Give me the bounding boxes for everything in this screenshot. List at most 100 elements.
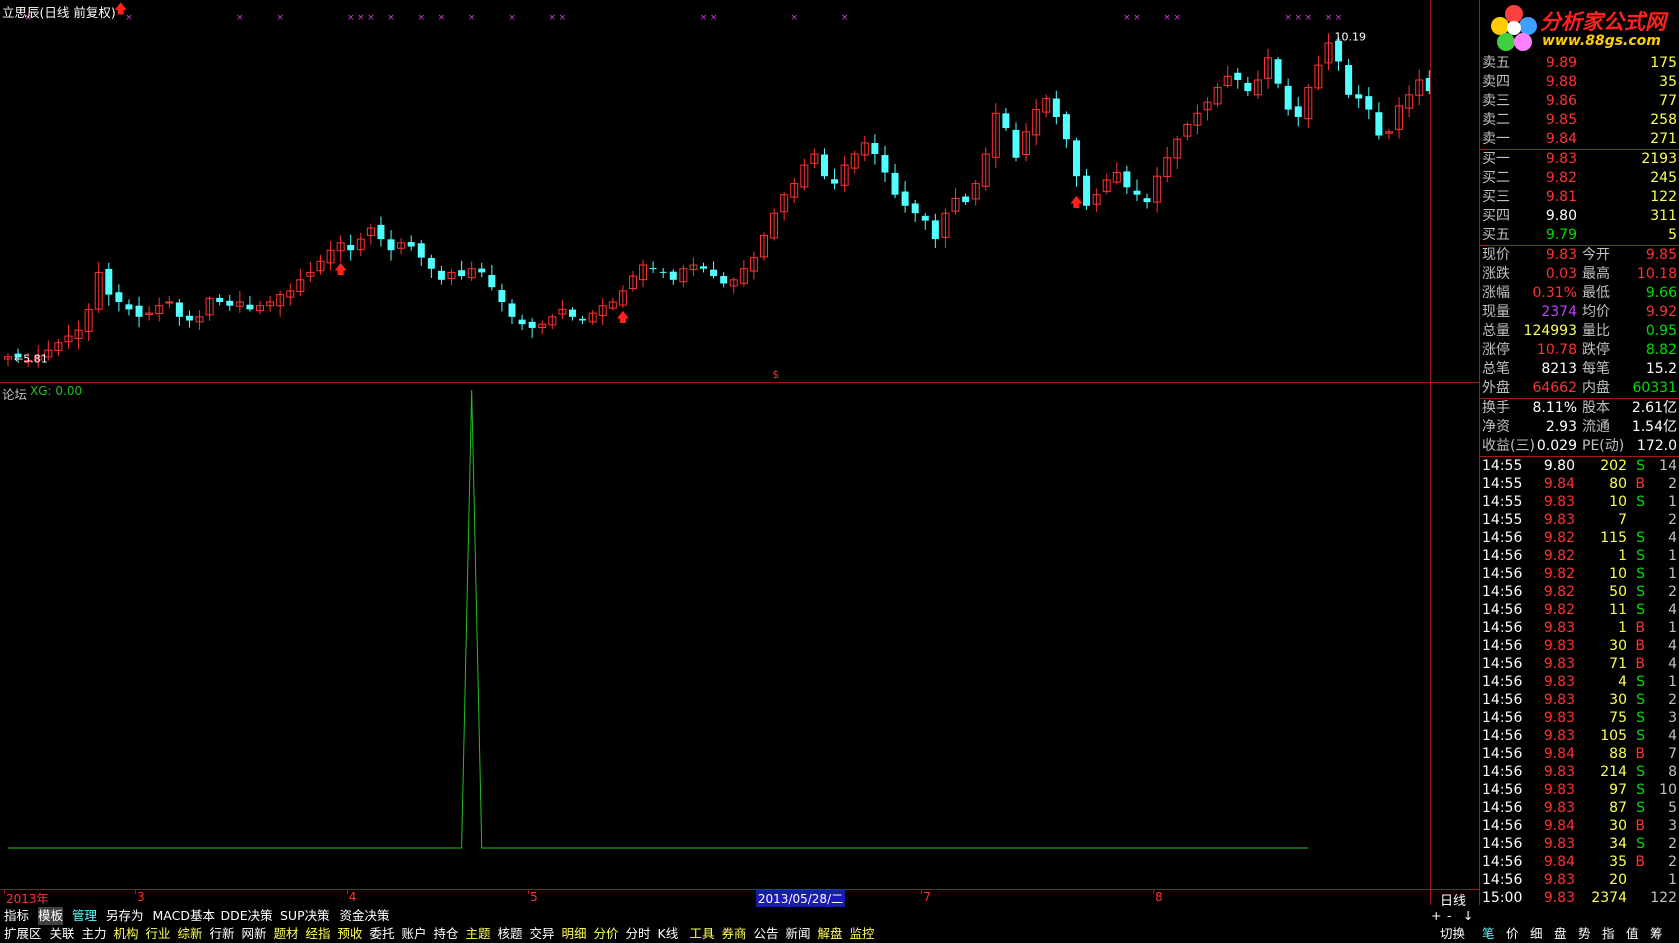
toolbar-button[interactable]: 综新: [178, 925, 203, 943]
side-tab[interactable]: 细: [1530, 925, 1543, 943]
candle: [447, 269, 456, 286]
candle: [649, 261, 657, 274]
toolbar-button[interactable]: 资金决策: [340, 907, 390, 925]
tick-row: 15:00 9.83 2374 122: [1480, 889, 1679, 907]
toolbar-button[interactable]: 券商: [722, 925, 747, 943]
main-chart-panel[interactable]: 6.006.507.007.508.008.509.009.5010.0010.…: [0, 0, 1430, 382]
date-tick-label: 2013年: [6, 892, 49, 906]
toolbar-button[interactable]: MACD基本: [153, 907, 215, 925]
candle: [810, 148, 819, 169]
quote-label: PE(动): [1582, 438, 1625, 454]
switch-button[interactable]: 切换: [1440, 925, 1465, 943]
candle: [1365, 87, 1373, 120]
tick-count: 2: [1668, 584, 1677, 600]
indicator-chart[interactable]: 20.0030.0040.0050.0060.0070.0080.0090.00…: [0, 382, 1430, 889]
side-tab[interactable]: 指: [1602, 925, 1615, 943]
candle-body: [407, 242, 415, 247]
side-tab[interactable]: 盘: [1554, 925, 1567, 943]
toolbar-button[interactable]: SUP决策: [280, 907, 330, 925]
tick-volume: 20: [1609, 872, 1627, 888]
candle-body: [962, 196, 970, 203]
zoom-button[interactable]: +: [1431, 907, 1441, 925]
toolbar-button[interactable]: 持仓: [434, 925, 459, 943]
indicator-panel[interactable]: 20.0030.0040.0050.0060.0070.0080.0090.00…: [0, 382, 1430, 889]
toolbar-button[interactable]: 网新: [242, 925, 267, 943]
toolbar-button[interactable]: K线: [658, 925, 679, 943]
signal-marker: ×: [438, 13, 446, 23]
toolbar-button[interactable]: 行新: [210, 925, 235, 943]
candle-body: [891, 172, 899, 195]
quote-label: 内盘: [1582, 380, 1610, 396]
toolbar-button[interactable]: 新闻: [786, 925, 811, 943]
tick-price: 9.83: [1543, 782, 1575, 798]
toolbar-button[interactable]: 扩展区: [4, 925, 42, 943]
toolbar-button[interactable]: 委托: [370, 925, 395, 943]
tick-time: 14:56: [1482, 710, 1523, 726]
toolbar-button[interactable]: 核题: [498, 925, 523, 943]
candle: [881, 145, 889, 182]
side-tab[interactable]: 笔: [1482, 925, 1495, 943]
quote-row: 外盘 64662 内盘 60331: [1480, 379, 1679, 398]
toolbar-button[interactable]: 模板: [38, 907, 64, 925]
toolbar-button[interactable]: DDE决策: [221, 907, 273, 925]
candlestick-chart[interactable]: 6.006.507.007.508.008.509.009.5010.0010.…: [0, 0, 1430, 382]
tick-volume: 2374: [1591, 890, 1627, 906]
signal-marker: ×: [468, 13, 476, 23]
tick-count: 1: [1668, 872, 1677, 888]
toolbar-button[interactable]: 分价: [594, 925, 619, 943]
toolbar-button[interactable]: 另存为: [106, 907, 144, 925]
toolbar-button[interactable]: 主力: [82, 925, 107, 943]
tick-row: 14:56 9.83 30 B 4: [1480, 637, 1679, 655]
side-tab[interactable]: 价: [1506, 925, 1519, 943]
side-tab[interactable]: 势: [1578, 925, 1591, 943]
candle: [608, 297, 617, 311]
quote-value: 2374: [1541, 304, 1577, 320]
toolbar-button[interactable]: 账户: [402, 925, 427, 943]
tick-volume: 80: [1609, 476, 1627, 492]
signal-marker: ×: [1174, 13, 1182, 23]
bid-price: 9.80: [1545, 208, 1577, 224]
candle: [729, 277, 738, 294]
tick-price: 9.83: [1543, 836, 1575, 852]
toolbar-button[interactable]: 指标: [4, 907, 29, 925]
toolbar-button[interactable]: 交异: [530, 925, 555, 943]
candle: [1234, 68, 1242, 89]
toolbar-button[interactable]: 机构: [114, 925, 139, 943]
candle: [538, 320, 547, 334]
toolbar-button[interactable]: 预收: [338, 925, 363, 943]
date-tick: [921, 890, 923, 894]
side-tab[interactable]: 值: [1626, 925, 1639, 943]
tick-volume: 105: [1600, 728, 1627, 744]
tick-row: 14:55 9.83 7 2: [1480, 511, 1679, 529]
tick-volume: 214: [1600, 764, 1627, 780]
ask-row: 卖三 9.86 77: [1480, 92, 1679, 111]
toolbar-button[interactable]: 关联: [50, 925, 75, 943]
tick-count: 1: [1668, 674, 1677, 690]
zoom-button[interactable]: ↓: [1463, 907, 1473, 925]
toolbar-button[interactable]: 行业: [146, 925, 171, 943]
candle: [628, 270, 637, 292]
toolbar-button[interactable]: 明细: [562, 925, 587, 943]
toolbar-button[interactable]: 分时: [626, 925, 651, 943]
toolbar-button[interactable]: 题材: [274, 925, 299, 943]
toolbar-button[interactable]: 公告: [754, 925, 779, 943]
toolbar-button[interactable]: 工具: [690, 925, 715, 943]
indicator-value: XG: 0.00: [30, 384, 83, 398]
toolbar-button[interactable]: 监控: [850, 925, 875, 943]
tick-time: 14:56: [1482, 746, 1523, 762]
tick-price: 9.84: [1543, 476, 1575, 492]
toolbar-button[interactable]: 解盘: [818, 925, 843, 943]
toolbar-button[interactable]: 经指: [306, 925, 331, 943]
candle-body: [125, 304, 133, 310]
toolbar-button[interactable]: 主题: [466, 925, 491, 943]
candle-body: [820, 154, 828, 177]
zoom-button[interactable]: -: [1447, 907, 1452, 925]
candle: [669, 269, 677, 285]
toolbar-button[interactable]: 管理: [72, 907, 97, 925]
date-axis: 2013年 3 4 5 7 8 2013/05/28/二: [0, 890, 1480, 907]
side-tab[interactable]: 筹: [1650, 925, 1663, 943]
tick-side: S: [1636, 494, 1645, 510]
quote-value: 0.029: [1536, 438, 1577, 454]
tick-time: 14:56: [1482, 800, 1523, 816]
candle-body: [377, 224, 385, 240]
